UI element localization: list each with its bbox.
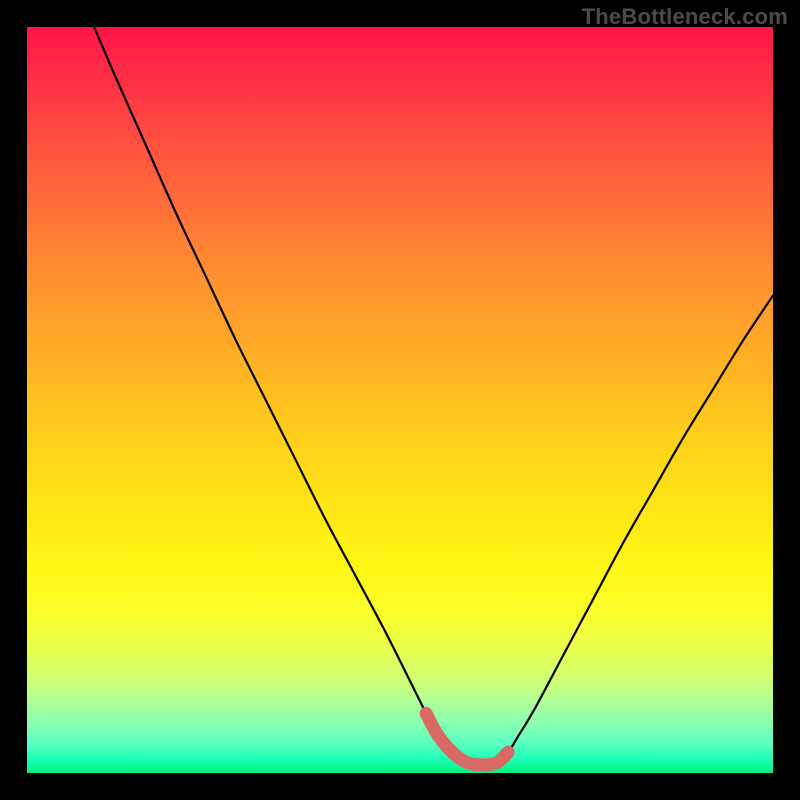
curve-main	[94, 27, 773, 765]
curve-layer	[27, 27, 773, 773]
plot-area	[27, 27, 773, 773]
curve-highlight	[426, 713, 508, 764]
chart-frame: TheBottleneck.com	[0, 0, 800, 800]
watermark-text: TheBottleneck.com	[582, 4, 788, 30]
